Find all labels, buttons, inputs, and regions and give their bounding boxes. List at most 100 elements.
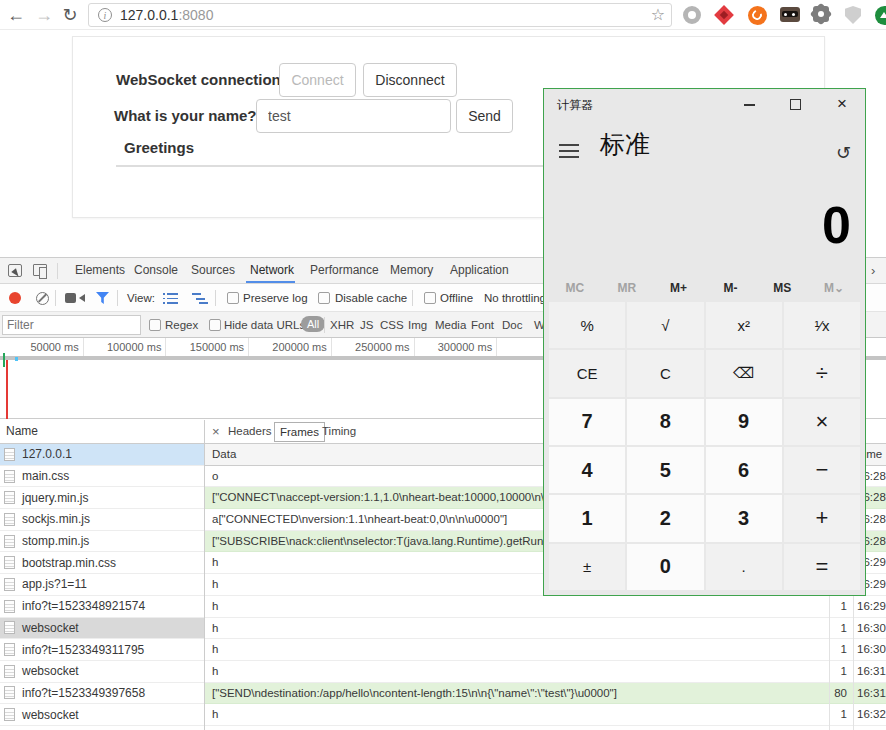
extension-icon-gear[interactable] (813, 6, 829, 22)
request-row[interactable]: websocket (0, 661, 204, 683)
frame-row[interactable]: h116:32: (205, 704, 886, 726)
calc-key-9[interactable]: 9 (706, 399, 782, 445)
extension-icon-orange[interactable] (748, 6, 767, 25)
filter-type-css[interactable]: CSS (380, 312, 404, 338)
more-tabs-chevron[interactable]: › (871, 258, 875, 283)
request-row[interactable]: info?t=1523349311795 (0, 639, 204, 661)
tab-headers[interactable]: Headers (228, 420, 271, 443)
calc-key-+[interactable]: + (784, 495, 860, 541)
page-info-icon[interactable]: i (98, 8, 112, 22)
calc-key-.[interactable]: . (706, 544, 782, 590)
extension-icon-donut[interactable] (683, 6, 701, 24)
devtools-tab-application[interactable]: Application (450, 258, 509, 283)
devtools-tab-memory[interactable]: Memory (390, 258, 433, 283)
devtools-tab-performance[interactable]: Performance (310, 258, 379, 283)
throttling-select[interactable]: No throttling (484, 284, 546, 312)
request-row[interactable]: 127.0.0.1 (0, 444, 204, 466)
calculator-mode[interactable]: 标准 (600, 128, 650, 161)
calc-key-CE[interactable]: CE (549, 350, 625, 396)
devtools-tab-network[interactable]: Network (250, 258, 294, 283)
calc-key-⌫[interactable]: ⌫ (706, 350, 782, 396)
device-toolbar-icon[interactable] (33, 264, 47, 276)
maximize-button[interactable] (773, 89, 819, 119)
frame-row[interactable]: h116:32: (205, 726, 886, 730)
calc-key-x²[interactable]: x² (706, 302, 782, 348)
filter-icon[interactable] (96, 292, 109, 304)
address-bar[interactable]: i 127.0.0.1:8080 ☆ (88, 3, 672, 27)
calc-key-8[interactable]: 8 (627, 399, 703, 445)
send-button[interactable]: Send (456, 99, 513, 133)
filter-type-js[interactable]: JS (360, 312, 373, 338)
filter-type-img[interactable]: Img (408, 312, 427, 338)
calc-key-−[interactable]: − (784, 447, 860, 493)
devtools-tab-sources[interactable]: Sources (191, 258, 235, 283)
calc-key-%[interactable]: % (549, 302, 625, 348)
calc-key-÷[interactable]: ÷ (784, 350, 860, 396)
request-row[interactable]: websocket (0, 726, 204, 730)
calc-key-0[interactable]: 0 (627, 544, 703, 590)
close-button[interactable]: × (819, 89, 865, 119)
frame-row[interactable]: h116:30: (205, 618, 886, 640)
calc-key-=[interactable]: = (784, 544, 860, 590)
minimize-button[interactable] (727, 89, 773, 119)
close-details-icon[interactable]: × (212, 420, 220, 443)
history-icon[interactable]: ↺ (836, 142, 851, 164)
bookmark-star-icon[interactable]: ☆ (651, 5, 665, 24)
extension-icon-shield[interactable] (845, 6, 861, 24)
tab-timing[interactable]: Timing (322, 420, 356, 443)
frame-row[interactable]: h116:31: (205, 661, 886, 683)
frame-row[interactable]: h116:29: (205, 596, 886, 618)
calc-key-3[interactable]: 3 (706, 495, 782, 541)
clear-button[interactable] (36, 292, 49, 305)
list-view-icon[interactable] (163, 293, 178, 304)
disconnect-button[interactable]: Disconnect (363, 63, 457, 97)
filter-type-doc[interactable]: Doc (502, 312, 522, 338)
connect-button[interactable]: Connect (279, 63, 356, 97)
frame-row[interactable]: ["SEND\ndestination:/app/hello\ncontent-… (205, 683, 886, 705)
request-row[interactable]: jquery.min.js (0, 487, 204, 509)
offline-checkbox[interactable] (424, 292, 436, 304)
calc-key-2[interactable]: 2 (627, 495, 703, 541)
extension-icon-mask[interactable] (780, 7, 800, 22)
request-row[interactable]: stomp.min.js (0, 531, 204, 553)
request-row[interactable]: app.js?1=11 (0, 574, 204, 596)
regex-checkbox[interactable] (149, 319, 161, 331)
calc-key-1[interactable]: 1 (549, 495, 625, 541)
menu-icon[interactable] (559, 144, 579, 162)
calc-key-5[interactable]: 5 (627, 447, 703, 493)
reload-button[interactable]: ↻ (58, 2, 82, 28)
extension-icon-red-diamond[interactable] (714, 5, 734, 25)
request-row[interactable]: sockjs.min.js (0, 509, 204, 531)
back-button[interactable]: ← (4, 2, 28, 28)
calc-key-√[interactable]: √ (627, 302, 703, 348)
calc-key-6[interactable]: 6 (706, 447, 782, 493)
filter-type-media[interactable]: Media (435, 312, 466, 338)
inspect-element-icon[interactable] (8, 264, 22, 277)
extension-icon-green[interactable] (875, 6, 886, 25)
hide-data-urls-checkbox[interactable] (209, 319, 221, 331)
forward-button[interactable]: → (32, 2, 56, 28)
preserve-log-checkbox[interactable] (227, 292, 239, 304)
frame-row[interactable]: h116:30: (205, 639, 886, 661)
calc-key-C[interactable]: C (627, 350, 703, 396)
filter-input[interactable] (2, 315, 141, 335)
memory-button-M[interactable]: M- (704, 275, 756, 301)
filter-all-pill[interactable]: All (301, 316, 325, 332)
calc-key-±[interactable]: ± (549, 544, 625, 590)
calc-key-7[interactable]: 7 (549, 399, 625, 445)
filter-type-xhr[interactable]: XHR (330, 312, 354, 338)
name-column-header[interactable]: Name (6, 420, 38, 443)
overview-icon[interactable] (192, 293, 208, 304)
request-row[interactable]: websocket (0, 704, 204, 726)
calc-key-4[interactable]: 4 (549, 447, 625, 493)
name-input[interactable] (256, 99, 451, 133)
request-row[interactable]: info?t=1523348921574 (0, 596, 204, 618)
disable-cache-checkbox[interactable] (318, 292, 330, 304)
request-row[interactable]: bootstrap.min.css (0, 552, 204, 574)
devtools-tab-elements[interactable]: Elements (75, 258, 125, 283)
filter-type-font[interactable]: Font (471, 312, 494, 338)
request-row[interactable]: main.css (0, 466, 204, 488)
calc-key-¹⁄x[interactable]: ¹⁄x (784, 302, 860, 348)
record-button[interactable] (9, 292, 21, 304)
request-row[interactable]: info?t=1523349397658 (0, 683, 204, 705)
